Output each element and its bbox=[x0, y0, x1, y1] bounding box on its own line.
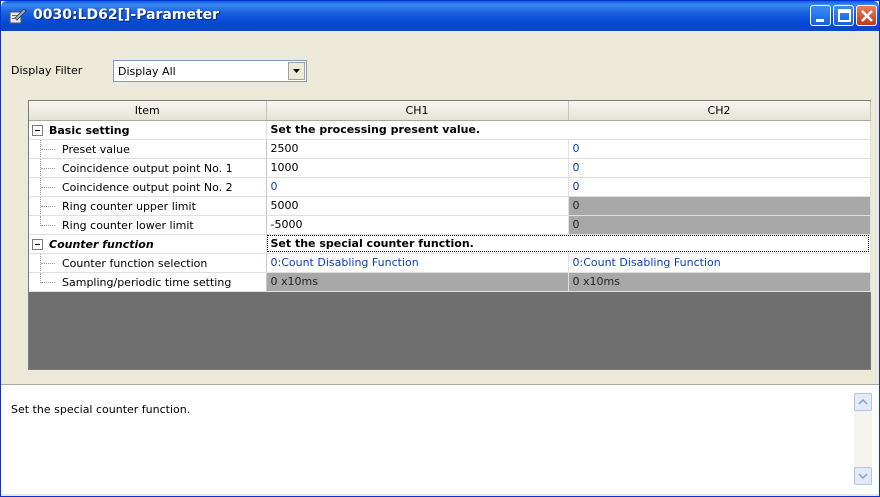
row-label-cell: Coincidence output point No. 2 bbox=[29, 177, 267, 197]
description-text: Set the special counter function. bbox=[11, 403, 191, 416]
row-label: Ring counter upper limit bbox=[62, 199, 196, 213]
table-row[interactable]: Coincidence output point No. 2 0 0 bbox=[29, 177, 871, 197]
column-header-ch1[interactable]: CH1 bbox=[266, 101, 569, 121]
title-bar[interactable]: 0030:LD62[]-Parameter bbox=[1, 1, 879, 31]
row-label-cell: Ring counter lower limit bbox=[29, 215, 267, 235]
ch1-value-cell[interactable]: 0 bbox=[266, 177, 569, 197]
row-label: Coincidence output point No. 2 bbox=[62, 180, 233, 194]
group-row-basic-setting[interactable]: Basic setting Set the processing present… bbox=[29, 120, 871, 140]
tree-line-icon bbox=[36, 196, 56, 214]
display-filter-value: Display All bbox=[118, 65, 176, 78]
group-label-cell[interactable]: Basic setting bbox=[29, 120, 267, 140]
ch1-value-cell[interactable]: 5000 bbox=[266, 196, 569, 216]
row-label-cell: Ring counter upper limit bbox=[29, 196, 267, 216]
group-label: Basic setting bbox=[49, 123, 130, 137]
tree-line-icon bbox=[36, 177, 56, 195]
ch1-value-cell[interactable]: 1000 bbox=[266, 158, 569, 178]
minimize-icon bbox=[816, 19, 824, 22]
window-title: 0030:LD62[]-Parameter bbox=[33, 7, 220, 23]
group-label-cell[interactable]: Counter function bbox=[29, 234, 267, 254]
ch1-value-cell[interactable]: 0:Count Disabling Function bbox=[266, 253, 569, 273]
parameter-window: 0030:LD62[]-Parameter Display Filter Dis… bbox=[0, 0, 880, 497]
ch2-value-cell[interactable]: 0 bbox=[568, 139, 871, 159]
display-filter-select[interactable]: Display All bbox=[113, 60, 307, 82]
tree-line-icon bbox=[36, 139, 56, 157]
ch2-value-cell[interactable]: 0:Count Disabling Function bbox=[568, 253, 871, 273]
tree-line-icon bbox=[36, 215, 56, 234]
maximize-icon bbox=[838, 9, 851, 22]
minimize-button[interactable] bbox=[810, 5, 831, 26]
collapse-icon[interactable] bbox=[32, 238, 43, 250]
group-row-counter-function[interactable]: Counter function Set the special counter… bbox=[29, 234, 871, 254]
scroll-down-button[interactable] bbox=[854, 467, 872, 485]
row-label: Ring counter lower limit bbox=[62, 218, 194, 232]
ch2-value-cell: 0 bbox=[568, 196, 871, 216]
description-panel: Set the special counter function. bbox=[1, 384, 879, 494]
row-label: Coincidence output point No. 1 bbox=[62, 161, 233, 175]
display-filter-label: Display Filter bbox=[11, 64, 83, 77]
ch2-value-cell: 0 bbox=[568, 215, 871, 235]
row-label-cell: Counter function selection bbox=[29, 253, 267, 273]
table-row[interactable]: Counter function selection 0:Count Disab… bbox=[29, 253, 871, 273]
ch2-value-cell[interactable]: 0 bbox=[568, 158, 871, 178]
row-label: Preset value bbox=[62, 142, 130, 156]
parameter-grid: Item CH1 CH2 Basic setting Set the proce… bbox=[28, 100, 871, 370]
maximize-button[interactable] bbox=[833, 5, 854, 26]
close-icon bbox=[861, 10, 873, 22]
table-row[interactable]: Preset value 2500 0 bbox=[29, 139, 871, 159]
scroll-up-button[interactable] bbox=[854, 393, 872, 411]
parameter-icon bbox=[9, 8, 27, 24]
row-label-cell: Preset value bbox=[29, 139, 267, 159]
ch1-value-cell[interactable]: -5000 bbox=[266, 215, 569, 235]
table-row[interactable]: Ring counter upper limit 5000 0 bbox=[29, 196, 871, 216]
chevron-down-icon bbox=[293, 69, 300, 73]
row-label-cell: Coincidence output point No. 1 bbox=[29, 158, 267, 178]
table-row[interactable]: Sampling/periodic time setting 0 x10ms 0… bbox=[29, 272, 871, 292]
tree-line-icon bbox=[36, 272, 56, 291]
ch1-value-cell[interactable]: 2500 bbox=[266, 139, 569, 159]
close-button[interactable] bbox=[856, 5, 877, 26]
group-description: Set the special counter function. bbox=[266, 234, 871, 254]
group-label: Counter function bbox=[49, 237, 154, 251]
dropdown-button[interactable] bbox=[288, 62, 305, 80]
row-label: Counter function selection bbox=[62, 256, 208, 270]
chevron-down-icon bbox=[858, 473, 868, 480]
collapse-icon[interactable] bbox=[32, 124, 43, 136]
tree-line-icon bbox=[36, 158, 56, 176]
row-label: Sampling/periodic time setting bbox=[62, 275, 232, 289]
tree-line-icon bbox=[36, 253, 56, 271]
table-row[interactable]: Ring counter lower limit -5000 0 bbox=[29, 215, 871, 235]
column-header-item[interactable]: Item bbox=[29, 101, 267, 121]
group-description: Set the processing present value. bbox=[266, 120, 871, 140]
row-label-cell: Sampling/periodic time setting bbox=[29, 272, 267, 292]
ch2-value-cell[interactable]: 0 bbox=[568, 177, 871, 197]
ch2-value-cell: 0 x10ms bbox=[568, 272, 871, 292]
column-header-ch2[interactable]: CH2 bbox=[568, 101, 871, 121]
chevron-up-icon bbox=[858, 398, 868, 405]
table-row[interactable]: Coincidence output point No. 1 1000 0 bbox=[29, 158, 871, 178]
ch1-value-cell: 0 x10ms bbox=[266, 272, 569, 292]
vertical-scrollbar[interactable] bbox=[854, 393, 872, 485]
